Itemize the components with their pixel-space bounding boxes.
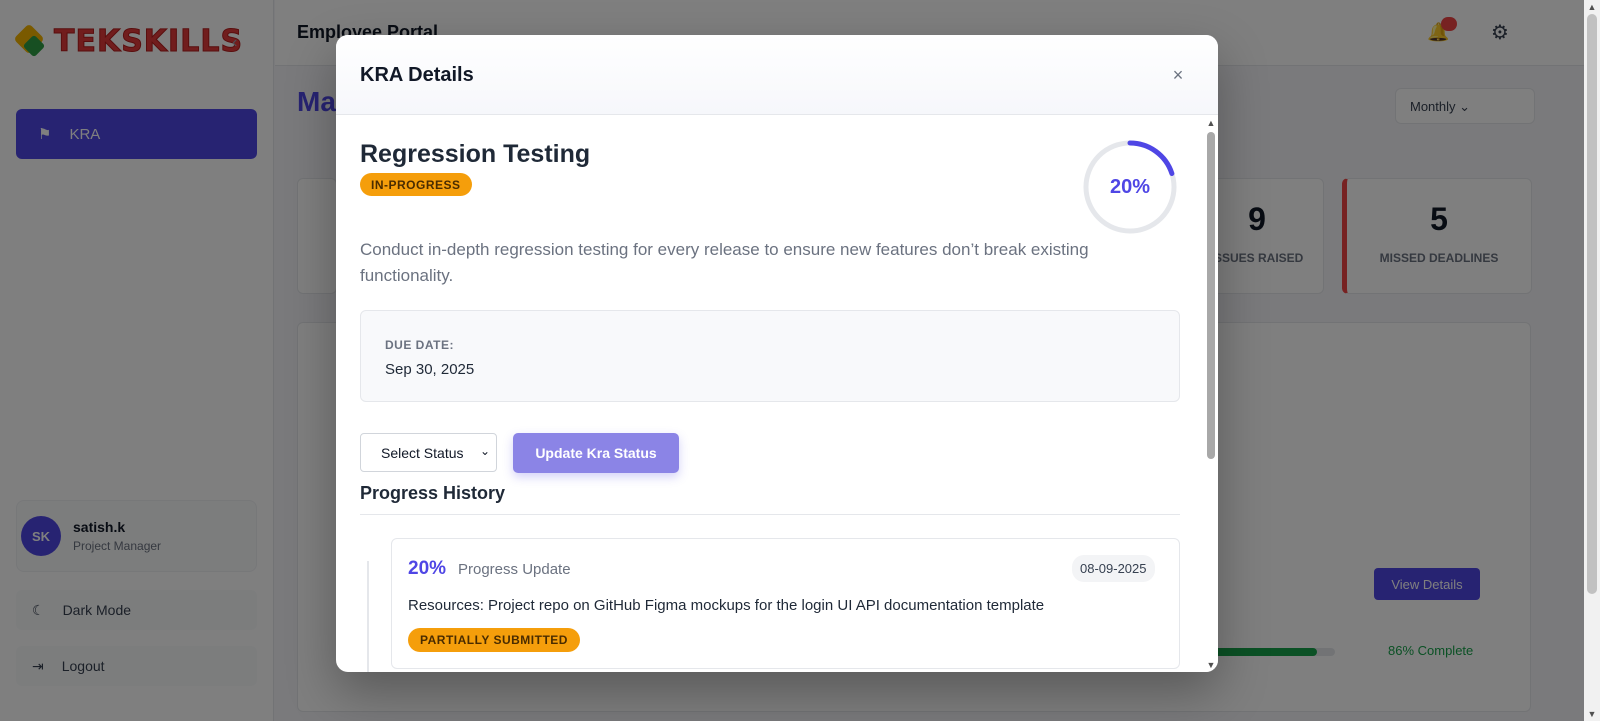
kra-name: Regression Testing bbox=[360, 140, 591, 168]
status-select[interactable]: Select Status ⌄ bbox=[360, 433, 497, 472]
due-date-label: DUE DATE: bbox=[385, 338, 454, 352]
modal-title: KRA Details bbox=[360, 64, 474, 86]
window-scrollbar[interactable]: ▲ ▼ bbox=[1584, 0, 1600, 721]
scroll-down-arrow-icon[interactable]: ▼ bbox=[1204, 660, 1218, 670]
status-select-value: Select Status bbox=[381, 444, 464, 461]
update-kra-status-button[interactable]: Update Kra Status bbox=[513, 433, 679, 473]
chevron-down-icon: ⌄ bbox=[479, 444, 490, 458]
history-entry-percent: 20% bbox=[408, 558, 447, 579]
timeline-line bbox=[367, 561, 369, 672]
kra-description: Conduct in-depth regression testing for … bbox=[360, 240, 1089, 285]
modal-header: KRA Details × bbox=[336, 35, 1218, 115]
history-entry-type: Progress Update bbox=[458, 561, 571, 578]
scroll-up-arrow-icon[interactable]: ▲ bbox=[1204, 118, 1218, 128]
progress-history-title: Progress History bbox=[360, 483, 506, 503]
divider bbox=[360, 514, 1180, 515]
modal-scrollbar[interactable]: ▲ ▼ bbox=[1204, 116, 1218, 672]
due-date-value: Sep 30, 2025 bbox=[385, 361, 475, 378]
due-date-card: DUE DATE: Sep 30, 2025 bbox=[360, 310, 1180, 402]
scrollbar-thumb[interactable] bbox=[1587, 14, 1597, 594]
scroll-down-arrow-icon[interactable]: ▼ bbox=[1584, 709, 1600, 719]
close-icon[interactable]: × bbox=[1166, 63, 1190, 87]
history-entry-text: Resources: Project repo on GitHub Figma … bbox=[408, 597, 1045, 614]
history-entry-status-badge: PARTIALLY SUBMITTED bbox=[408, 628, 580, 652]
status-badge: IN-PROGRESS bbox=[360, 173, 472, 196]
modal-scrollbar-thumb[interactable] bbox=[1207, 132, 1215, 459]
history-entry: 20% Progress Update 08-09-2025 Resources… bbox=[391, 538, 1180, 669]
progress-percent: 20% bbox=[1109, 175, 1151, 198]
kra-details-modal: KRA Details × Regression Testing IN-PROG… bbox=[336, 35, 1218, 672]
scroll-up-arrow-icon[interactable]: ▲ bbox=[1584, 2, 1600, 12]
history-entry-date: 08-09-2025 bbox=[1072, 555, 1155, 582]
modal-body[interactable]: Regression Testing IN-PROGRESS 20% Condu… bbox=[336, 116, 1204, 672]
